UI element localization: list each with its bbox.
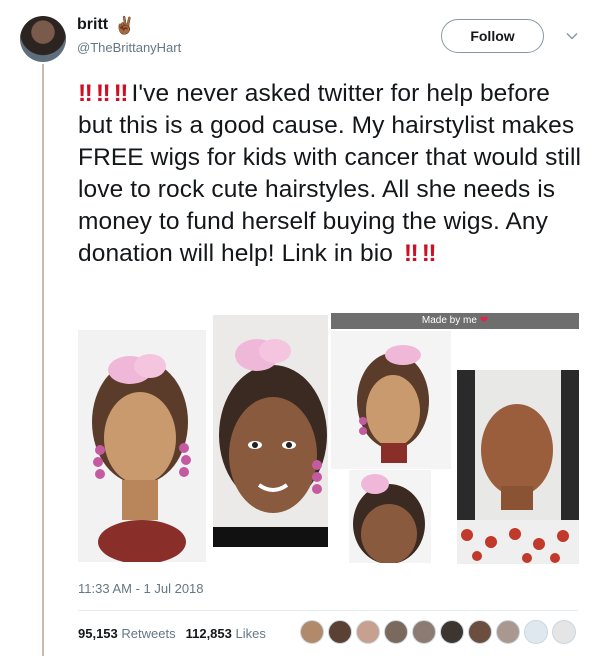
display-name[interactable]: britt <box>77 16 108 34</box>
photo-caption: Made by me ❤ <box>331 313 579 329</box>
double-exclamation-icon: ‼ <box>113 80 129 107</box>
author-name-row: britt ✌🏾 <box>77 16 135 34</box>
peace-hand-emoji: ✌🏾 <box>114 15 136 35</box>
liker-avatar[interactable] <box>496 620 520 644</box>
photo-1[interactable] <box>78 330 206 562</box>
photo-2[interactable] <box>213 315 328 547</box>
retweets-label: Retweets <box>121 626 176 641</box>
tweet-timestamp[interactable]: 11:33 AM - 1 Jul 2018 <box>78 581 204 596</box>
liker-avatar[interactable] <box>328 620 352 644</box>
liker-avatar[interactable] <box>412 620 436 644</box>
double-exclamation-icon: ‼ <box>421 240 437 267</box>
engagement-stats: 95,153 Retweets 112,853 Likes <box>78 626 266 641</box>
photo-3[interactable] <box>331 331 451 469</box>
liker-avatar[interactable] <box>356 620 380 644</box>
liker-avatar[interactable] <box>468 620 492 644</box>
thread-line <box>42 64 44 656</box>
likes-count: 112,853 <box>185 626 232 641</box>
liker-avatar[interactable] <box>384 620 408 644</box>
heart-emoji: ❤ <box>479 315 489 326</box>
liker-avatar[interactable] <box>552 620 576 644</box>
author-handle[interactable]: @TheBrittanyHart <box>77 40 181 55</box>
likes-stat[interactable]: 112,853 Likes <box>186 626 266 641</box>
tweet-body: I've never asked twitter for help before… <box>78 80 582 267</box>
liker-avatar[interactable] <box>524 620 548 644</box>
photo-5[interactable] <box>457 370 579 564</box>
photo-4[interactable] <box>349 470 431 563</box>
likes-label: Likes <box>235 626 266 641</box>
caption-text: Made by me <box>421 315 477 326</box>
chevron-down-icon[interactable] <box>566 30 578 42</box>
liker-avatars <box>300 620 576 644</box>
divider <box>78 610 578 611</box>
retweets-stat[interactable]: 95,153 Retweets <box>78 626 176 641</box>
double-exclamation-icon: ‼ <box>95 80 111 107</box>
retweets-count: 95,153 <box>78 626 118 641</box>
double-exclamation-icon: ‼ <box>403 240 419 267</box>
follow-button[interactable]: Follow <box>441 19 544 53</box>
liker-avatar[interactable] <box>300 620 324 644</box>
double-exclamation-icon: ‼ <box>78 80 93 107</box>
avatar[interactable] <box>20 16 66 62</box>
tweet-text: ‼ ‼ ‼ I've never asked twitter for help bef… <box>78 78 588 270</box>
liker-avatar[interactable] <box>440 620 464 644</box>
